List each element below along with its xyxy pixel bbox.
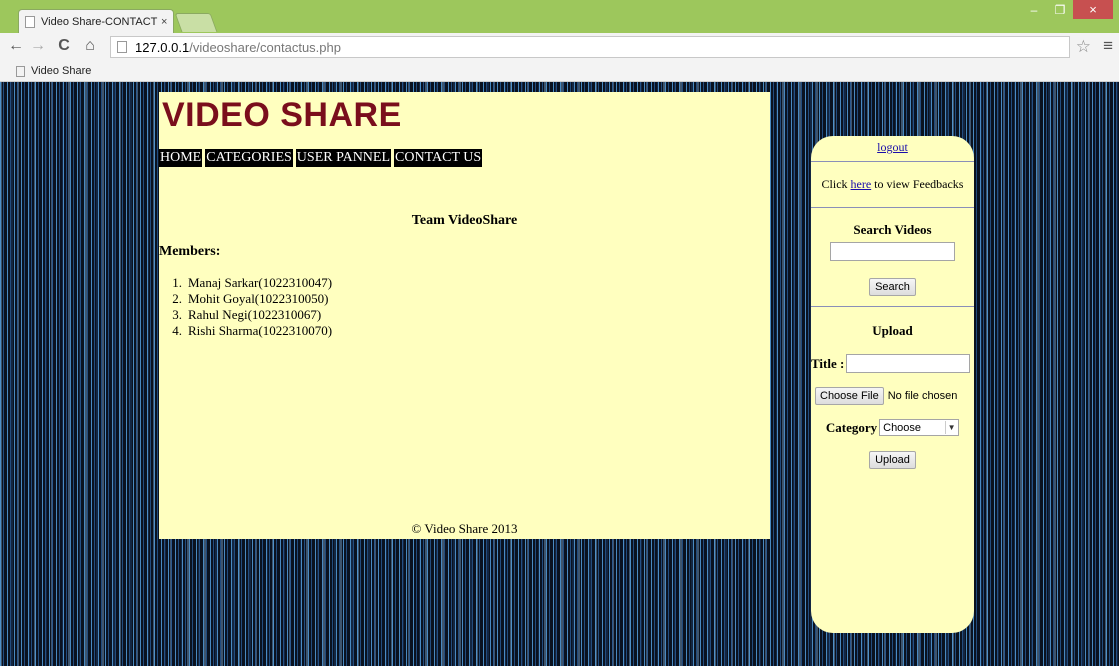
category-row: Category Choose ▼ bbox=[811, 419, 974, 436]
close-window-button[interactable]: × bbox=[1073, 0, 1113, 19]
feedback-link[interactable]: here bbox=[851, 177, 872, 191]
list-item: 3. Rahul Negi(1022310067) bbox=[172, 307, 322, 322]
search-section: Search Videos Search bbox=[811, 208, 974, 307]
tab-title: Video Share-CONTACT U bbox=[41, 15, 159, 28]
search-heading: Search Videos bbox=[853, 222, 932, 237]
browser-toolbar: ← → C ⌂ 127.0.0.1/videoshare/contactus.p… bbox=[0, 33, 1119, 61]
site-logo: VIDEO SHARE bbox=[162, 96, 402, 134]
nav-categories[interactable]: CATEGORIES bbox=[205, 149, 293, 167]
upload-title-row: Title : bbox=[811, 354, 974, 373]
feedback-prefix: Click bbox=[821, 177, 851, 191]
bookmark-video-share[interactable]: Video Share bbox=[31, 65, 91, 77]
address-bar[interactable]: 127.0.0.1/videoshare/contactus.php bbox=[110, 36, 1070, 58]
search-button[interactable]: Search bbox=[869, 278, 916, 296]
file-picker: Choose File No file chosen bbox=[811, 387, 974, 405]
upload-button[interactable]: Upload bbox=[869, 451, 916, 469]
nav-contact-us[interactable]: CONTACT US bbox=[394, 149, 483, 167]
member-name: Mohit Goyal(1022310050) bbox=[188, 291, 329, 306]
nav-user-pannel[interactable]: USER PANNEL bbox=[295, 149, 392, 167]
search-input[interactable] bbox=[830, 242, 955, 261]
forward-arrow-icon[interactable]: → bbox=[28, 37, 48, 55]
list-item: 1. Manaj Sarkar(1022310047) bbox=[172, 275, 333, 290]
chevron-down-icon: ▼ bbox=[945, 421, 957, 434]
page-icon bbox=[25, 15, 35, 28]
feedback-suffix: to view Feedbacks bbox=[871, 177, 964, 191]
main-content-panel: VIDEO SHARE HOME CATEGORIES USER PANNEL … bbox=[159, 92, 770, 539]
sidebar-panel: logout Click here to view Feedbacks Sear… bbox=[811, 136, 974, 633]
category-selected: Choose bbox=[883, 421, 922, 434]
member-name: Rahul Negi(1022310067) bbox=[188, 307, 322, 322]
category-select[interactable]: Choose ▼ bbox=[879, 419, 960, 436]
minimize-button[interactable]: – bbox=[1021, 0, 1047, 19]
browser-tab[interactable]: Video Share-CONTACT U × bbox=[18, 9, 174, 33]
members-label: Members: bbox=[159, 244, 221, 259]
tab-close-icon[interactable]: × bbox=[161, 16, 167, 28]
main-nav: HOME CATEGORIES USER PANNEL CONTACT US bbox=[159, 149, 483, 167]
bookmarks-bar: Video Share bbox=[0, 61, 1119, 82]
logout-link[interactable]: logout bbox=[877, 140, 908, 154]
url-path: /videoshare/contactus.php bbox=[189, 39, 341, 55]
new-tab-button[interactable] bbox=[174, 13, 218, 32]
menu-icon[interactable]: ≡ bbox=[1103, 36, 1113, 56]
members-list: 1. Manaj Sarkar(1022310047) 2. Mohit Goyal… bbox=[162, 275, 332, 339]
nav-home[interactable]: HOME bbox=[159, 149, 203, 167]
member-name: Manaj Sarkar(1022310047) bbox=[188, 275, 333, 290]
bookmark-star-icon[interactable]: ☆ bbox=[1076, 37, 1091, 57]
file-status: No file chosen bbox=[887, 390, 958, 402]
page-viewport: VIDEO SHARE HOME CATEGORIES USER PANNEL … bbox=[0, 82, 1119, 666]
url-host: 127.0.0.1 bbox=[135, 39, 190, 55]
title-label: Title : bbox=[811, 355, 845, 371]
title-input[interactable] bbox=[846, 354, 971, 373]
list-item: 4. Rishi Sharma(1022310070) bbox=[172, 323, 333, 338]
reload-icon[interactable]: C bbox=[54, 37, 74, 55]
home-icon[interactable]: ⌂ bbox=[80, 37, 100, 55]
category-label: Category bbox=[825, 419, 878, 435]
back-arrow-icon[interactable]: ← bbox=[6, 37, 26, 55]
upload-section: Upload Title : Choose File No file chose… bbox=[811, 307, 974, 469]
footer-copyright: © Video Share 2013 bbox=[411, 521, 518, 536]
list-item: 2. Mohit Goyal(1022310050) bbox=[172, 291, 329, 306]
page-title: Team VideoShare bbox=[411, 213, 518, 228]
upload-heading: Upload bbox=[872, 323, 913, 338]
browser-titlebar: Video Share-CONTACT U × – ❐ × bbox=[0, 0, 1119, 33]
maximize-button[interactable]: ❐ bbox=[1047, 0, 1073, 19]
page-icon bbox=[16, 65, 25, 77]
choose-file-button[interactable]: Choose File bbox=[815, 387, 884, 405]
feedback-section: Click here to view Feedbacks bbox=[811, 162, 974, 208]
member-name: Rishi Sharma(1022310070) bbox=[188, 323, 333, 338]
logout-section: logout bbox=[811, 136, 974, 162]
page-icon bbox=[117, 41, 127, 53]
